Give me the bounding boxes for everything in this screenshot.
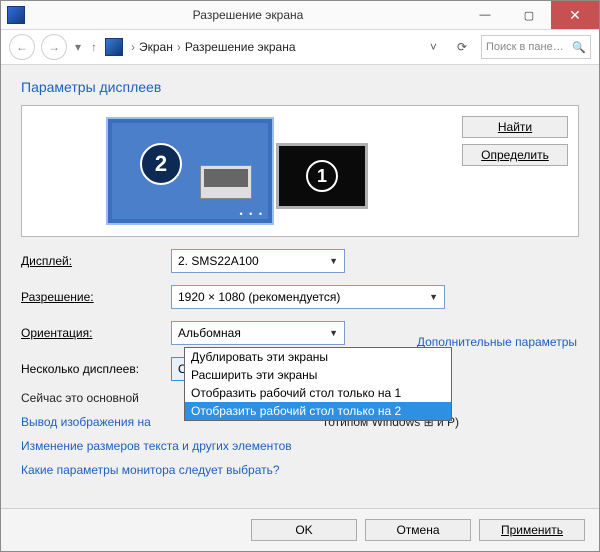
multi-display-dropdown[interactable]: Дублировать эти экраны Расширить эти экр… (184, 347, 452, 421)
breadcrumb-part[interactable]: Разрешение экрана (185, 40, 296, 54)
orientation-select[interactable]: Альбомная ▼ (171, 321, 345, 345)
apply-button[interactable]: Применить (479, 519, 585, 541)
display-preview: 2 • • • 1 Найти Определить (21, 105, 579, 237)
search-placeholder: Поиск в пане… (486, 41, 564, 53)
multi-option-only-1[interactable]: Отобразить рабочий стол только на 1 (185, 384, 451, 402)
projector-link[interactable]: Вывод изображения на (21, 415, 151, 429)
find-button[interactable]: Найти (462, 116, 568, 138)
display-label: Дисплей: (21, 254, 171, 268)
app-icon (7, 6, 25, 24)
chevron-right-icon: › (131, 40, 135, 54)
monitor-2-badge: 2 (140, 143, 182, 185)
resolution-label: Разрешение: (21, 290, 171, 304)
text-size-link[interactable]: Изменение размеров текста и других элеме… (21, 439, 292, 453)
multi-option-extend[interactable]: Расширить эти экраны (185, 366, 451, 384)
resolution-select[interactable]: 1920 × 1080 (рекомендуется) ▼ (171, 285, 445, 309)
monitor-1[interactable]: 1 (276, 143, 368, 209)
nav-bar: ← → ▾ ↑ › Экран › Разрешение экрана ˅ ⟳ … (1, 30, 599, 65)
title-bar: Разрешение экрана — ▢ ✕ (1, 1, 599, 30)
handle-dots-icon: • • • (240, 209, 264, 219)
maximize-button[interactable]: ▢ (507, 1, 551, 29)
multi-option-only-2[interactable]: Отобразить рабочий стол только на 2 (185, 402, 451, 420)
keyboard-icon (200, 165, 252, 199)
chevron-down-icon[interactable]: ˅ (430, 40, 443, 54)
monitor-2[interactable]: 2 • • • (108, 119, 272, 223)
monitor-icon (105, 38, 123, 56)
monitor-preview[interactable]: 2 • • • 1 (108, 119, 368, 223)
window-controls: — ▢ ✕ (463, 1, 599, 29)
window-title: Разрешение экрана (33, 8, 463, 22)
display-select[interactable]: 2. SMS22A100 ▼ (171, 249, 345, 273)
chevron-down-icon: ▼ (329, 328, 338, 338)
display-value: 2. SMS22A100 (178, 254, 259, 268)
up-button[interactable]: ↑ (89, 40, 99, 54)
multi-label: Несколько дисплеев: (21, 362, 171, 376)
orientation-value: Альбомная (178, 326, 241, 340)
chevron-down-icon: ▼ (429, 292, 438, 302)
window: Разрешение экрана — ▢ ✕ ← → ▾ ↑ › Экран … (0, 0, 600, 552)
ok-button[interactable]: OK (251, 519, 357, 541)
search-input[interactable]: Поиск в пане… 🔍 (481, 35, 591, 59)
dialog-footer: OK Отмена Применить (1, 508, 599, 551)
minimize-button[interactable]: — (463, 1, 507, 29)
detect-button[interactable]: Определить (462, 144, 568, 166)
chevron-down-icon: ▼ (329, 256, 338, 266)
breadcrumb-part[interactable]: Экран (139, 40, 173, 54)
history-dropdown-icon[interactable]: ▾ (73, 40, 83, 54)
orientation-label: Ориентация: (21, 326, 171, 340)
breadcrumb[interactable]: › Экран › Разрешение экрана ˅ (131, 40, 443, 54)
monitor-1-badge: 1 (306, 160, 338, 192)
back-button[interactable]: ← (9, 34, 35, 60)
resolution-value: 1920 × 1080 (рекомендуется) (178, 290, 340, 304)
help-link[interactable]: Какие параметры монитора следует выбрать… (21, 463, 280, 477)
multi-option-duplicate[interactable]: Дублировать эти экраны (185, 348, 451, 366)
search-icon: 🔍 (572, 41, 586, 54)
forward-button[interactable]: → (41, 34, 67, 60)
chevron-right-icon: › (177, 40, 181, 54)
page-heading: Параметры дисплеев (21, 79, 579, 95)
refresh-button[interactable]: ⟳ (449, 40, 475, 54)
close-button[interactable]: ✕ (551, 1, 599, 29)
cancel-button[interactable]: Отмена (365, 519, 471, 541)
